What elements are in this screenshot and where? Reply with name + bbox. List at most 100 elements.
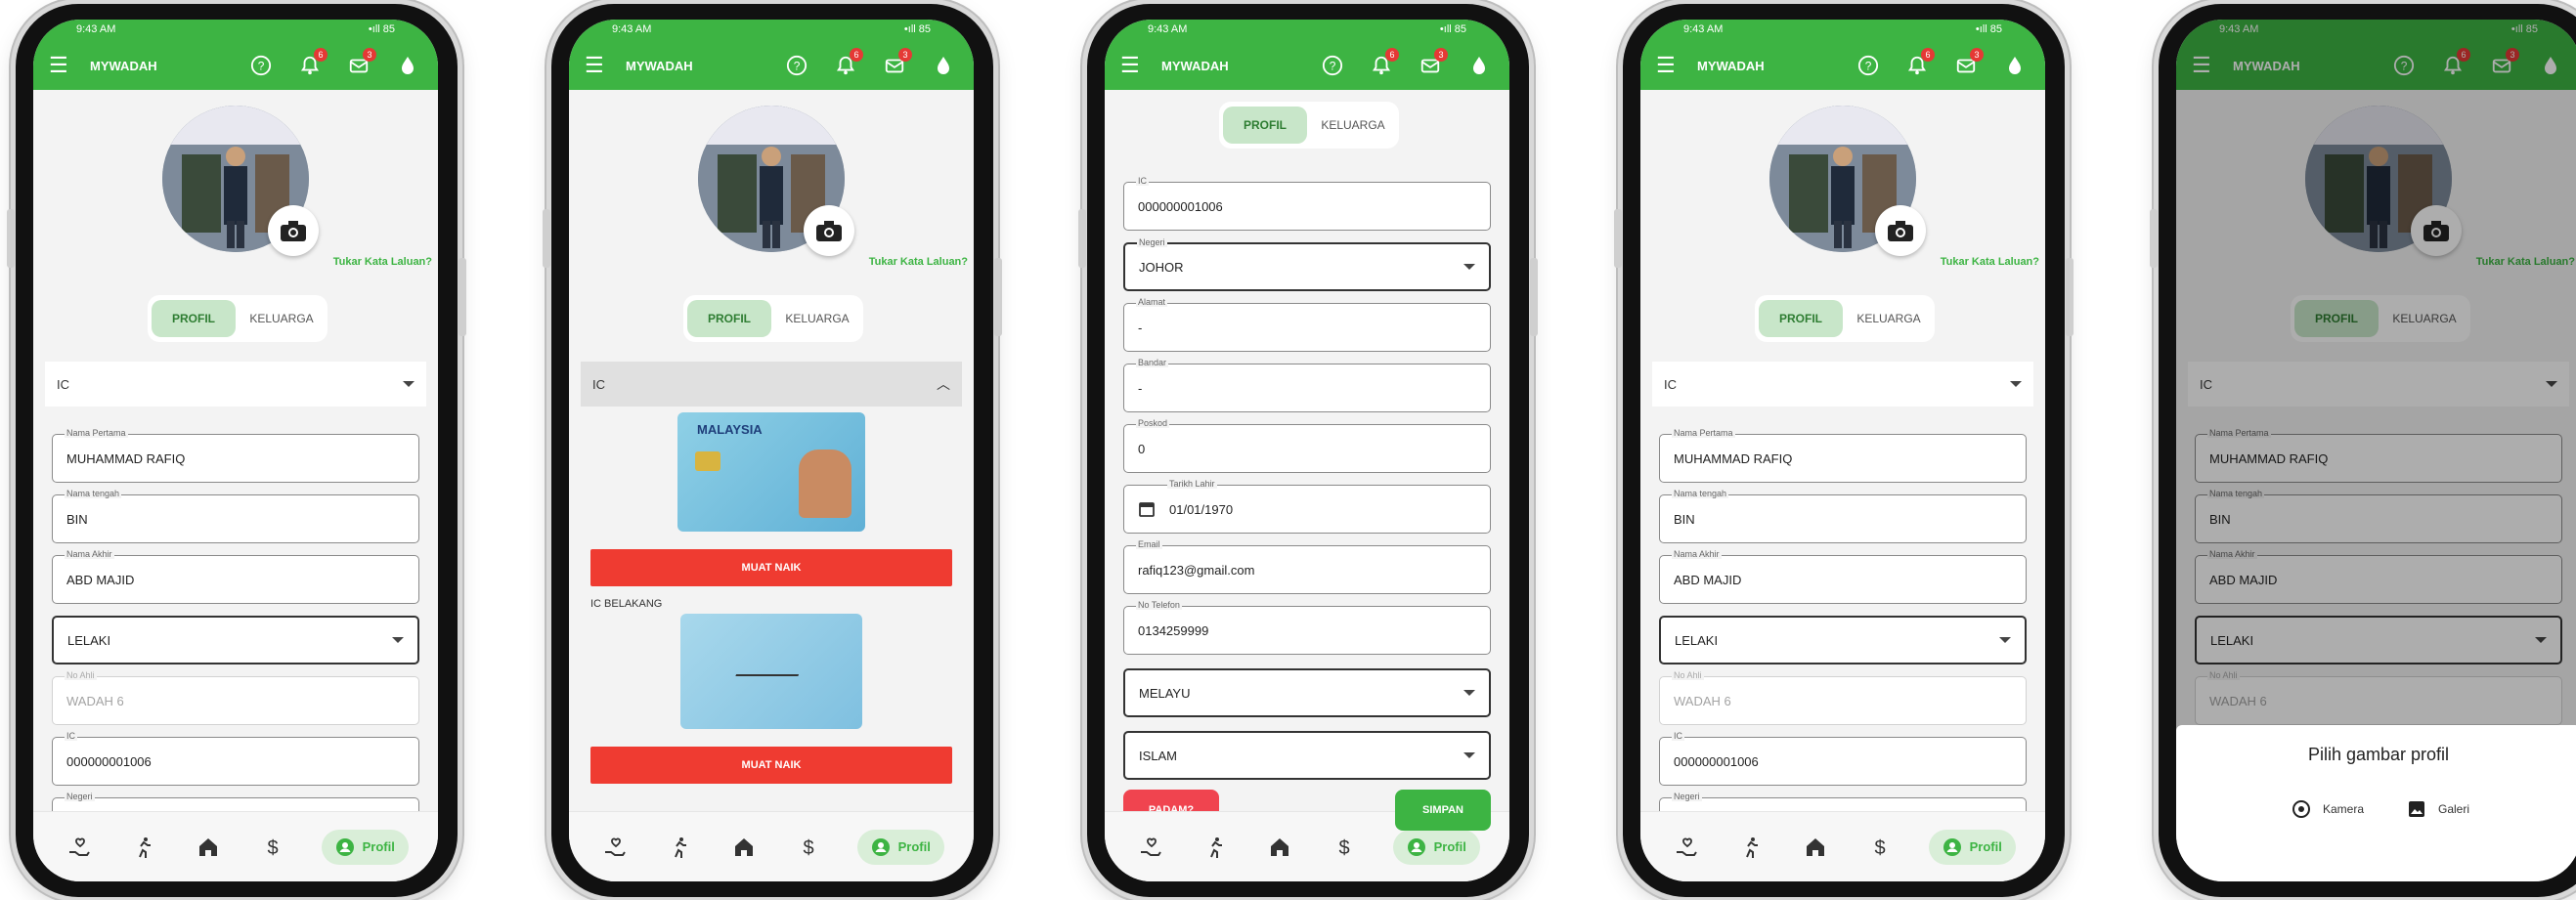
avatar[interactable] xyxy=(698,106,854,256)
add-photo-button[interactable] xyxy=(268,205,319,256)
home-icon[interactable] xyxy=(727,831,761,864)
change-password-link[interactable]: Tukar Kata Laluan? xyxy=(333,256,432,268)
avatar[interactable] xyxy=(1769,106,1926,256)
logo-drop-icon[interactable] xyxy=(393,51,422,80)
gallery-option[interactable]: Galeri xyxy=(2407,799,2469,819)
gender-select[interactable]: LELAKI xyxy=(52,616,419,664)
ic-field[interactable]: IC 000000001006 xyxy=(1659,731,2027,786)
upload-front-button[interactable]: MUAT NAIK xyxy=(590,549,952,586)
help-icon[interactable]: ? xyxy=(1854,51,1883,80)
gender-select[interactable]: LELAKI xyxy=(1659,616,2027,664)
tab-profil[interactable]: PROFIL xyxy=(687,300,771,337)
run-icon[interactable] xyxy=(1199,831,1232,864)
mail-icon[interactable]: 3 xyxy=(1951,48,1984,80)
mail-icon[interactable]: 3 xyxy=(1416,48,1448,80)
notification-bell-icon[interactable]: 6 xyxy=(1902,48,1935,80)
add-photo-button[interactable] xyxy=(1875,205,1926,256)
donate-icon[interactable] xyxy=(598,831,632,864)
last-name-field[interactable]: Nama Akhir ABD MAJID xyxy=(52,549,419,604)
phone-field[interactable]: No Telefon 0134259999 xyxy=(1123,600,1491,655)
menu-icon[interactable]: ☰ xyxy=(585,53,612,78)
notification-bell-icon[interactable]: 6 xyxy=(831,48,863,80)
state-select[interactable]: Negeri JOHOR xyxy=(1123,237,1491,291)
home-icon[interactable] xyxy=(1799,831,1832,864)
bottom-nav: $ Profil xyxy=(1640,811,2045,881)
nav-profile[interactable]: Profil xyxy=(1392,829,1480,865)
change-password-link[interactable]: Tukar Kata Laluan? xyxy=(1941,256,2039,268)
svg-text:$: $ xyxy=(1339,837,1350,859)
home-icon[interactable] xyxy=(192,831,225,864)
run-icon[interactable] xyxy=(127,831,160,864)
first-name-field[interactable]: Nama Pertama MUHAMMAD RAFIQ xyxy=(1659,428,2027,483)
dollar-icon[interactable]: $ xyxy=(1328,831,1361,864)
ic-section-header[interactable]: IC xyxy=(1652,362,2033,407)
home-icon[interactable] xyxy=(1263,831,1296,864)
camera-option[interactable]: Kamera xyxy=(2292,799,2364,819)
ic-section-header[interactable]: IC ︿ xyxy=(581,362,962,407)
tab-keluarga[interactable]: KELUARGA xyxy=(1847,300,1931,337)
tab-profil[interactable]: PROFIL xyxy=(1759,300,1843,337)
race-select[interactable]: MELAYU xyxy=(1123,668,1491,717)
change-password-link[interactable]: Tukar Kata Laluan? xyxy=(869,256,968,268)
birthdate-field[interactable]: Tarikh Lahir 01/01/1970 xyxy=(1123,479,1491,534)
city-field[interactable]: Bandar - xyxy=(1123,358,1491,412)
add-photo-button[interactable] xyxy=(804,205,854,256)
email-field[interactable]: Email rafiq123@gmail.com xyxy=(1123,539,1491,594)
run-icon[interactable] xyxy=(663,831,696,864)
postcode-field[interactable]: Poskod 0 xyxy=(1123,418,1491,473)
notification-badge: 6 xyxy=(314,48,327,62)
nav-profile-label: Profil xyxy=(897,839,931,854)
menu-icon[interactable]: ☰ xyxy=(49,53,76,78)
volume-button xyxy=(1078,209,1086,268)
help-icon[interactable]: ? xyxy=(1318,51,1347,80)
tab-keluarga[interactable]: KELUARGA xyxy=(775,300,859,337)
run-icon[interactable] xyxy=(1734,831,1768,864)
donate-icon[interactable] xyxy=(63,831,96,864)
ic-section-header[interactable]: IC xyxy=(45,362,426,407)
tab-keluarga[interactable]: KELUARGA xyxy=(1311,107,1395,144)
ic-field[interactable]: IC 000000001006 xyxy=(52,731,419,786)
dollar-icon[interactable]: $ xyxy=(1863,831,1897,864)
last-name-field[interactable]: Nama Akhir ABD MAJID xyxy=(1659,549,2027,604)
tab-profil[interactable]: PROFIL xyxy=(1223,107,1307,144)
ic-field[interactable]: IC 000000001006 xyxy=(1123,176,1491,231)
ic-upload-content: Tukar Kata Laluan? PROFIL KELUARGA IC ︿ M… xyxy=(569,90,974,811)
logo-drop-icon[interactable] xyxy=(929,51,958,80)
religion-select[interactable]: ISLAM xyxy=(1123,731,1491,780)
mail-icon[interactable]: 3 xyxy=(344,48,376,80)
notification-badge: 6 xyxy=(1385,48,1399,62)
mail-icon[interactable]: 3 xyxy=(880,48,912,80)
field-label: Alamat xyxy=(1136,297,1168,307)
logo-drop-icon[interactable] xyxy=(2000,51,2030,80)
upload-back-button[interactable]: MUAT NAIK xyxy=(590,747,952,784)
help-icon[interactable]: ? xyxy=(246,51,276,80)
nav-profile[interactable]: Profil xyxy=(321,829,409,865)
logo-drop-icon[interactable] xyxy=(1464,51,1494,80)
help-icon[interactable]: ? xyxy=(782,51,811,80)
ic-back-label: IC BELAKANG xyxy=(590,598,663,610)
donate-icon[interactable] xyxy=(1134,831,1167,864)
donate-icon[interactable] xyxy=(1670,831,1703,864)
nav-profile[interactable]: Profil xyxy=(856,829,944,865)
menu-icon[interactable]: ☰ xyxy=(1656,53,1683,78)
middle-name-field[interactable]: Nama tengah BIN xyxy=(52,489,419,543)
tab-profil[interactable]: PROFIL xyxy=(152,300,236,337)
avatar[interactable] xyxy=(162,106,319,256)
notification-bell-icon[interactable]: 6 xyxy=(1367,48,1399,80)
menu-icon[interactable]: ☰ xyxy=(1120,53,1148,78)
dollar-icon[interactable]: $ xyxy=(792,831,825,864)
dollar-icon[interactable]: $ xyxy=(256,831,289,864)
first-name-field[interactable]: Nama Pertama MUHAMMAD RAFIQ xyxy=(52,428,419,483)
delete-button[interactable]: PADAM? xyxy=(1123,790,1219,811)
middle-name-field[interactable]: Nama tengah BIN xyxy=(1659,489,2027,543)
notification-bell-icon[interactable]: 6 xyxy=(295,48,327,80)
state-field[interactable]: Negeri xyxy=(52,792,419,811)
state-field[interactable]: Negeri xyxy=(1659,792,2027,811)
tab-keluarga[interactable]: KELUARGA xyxy=(240,300,324,337)
address-field[interactable]: Alamat - xyxy=(1123,297,1491,352)
ic-signature xyxy=(735,657,806,676)
app-title: MYWADAH xyxy=(1697,58,1765,73)
phone-1: 9:43 AM •ıll 85 ☰ MYWADAH ? 6 3 Tukar Kat… xyxy=(7,4,466,897)
nav-profile[interactable]: Profil xyxy=(1928,829,2016,865)
save-button[interactable]: SIMPAN xyxy=(1395,790,1491,831)
